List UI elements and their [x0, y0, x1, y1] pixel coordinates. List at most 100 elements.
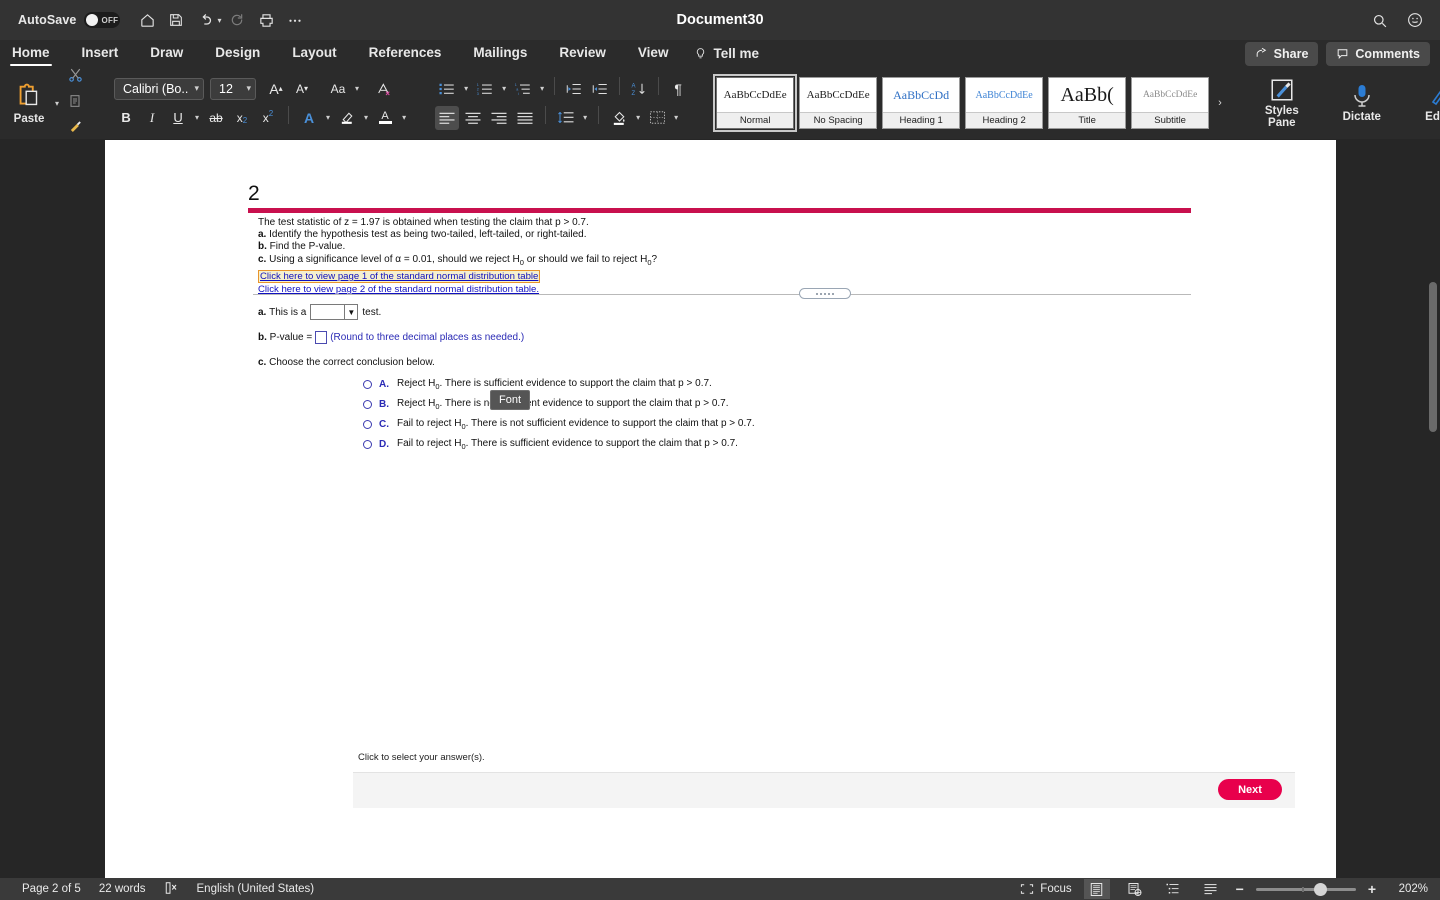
borders-dropdown-icon[interactable]: ▾ [671, 113, 681, 122]
document-page[interactable]: 2 The test statistic of z = 1.97 is obta… [105, 140, 1336, 878]
paste-button[interactable]: Paste [6, 81, 52, 125]
vertical-scrollbar[interactable] [1426, 278, 1440, 900]
account-icon[interactable] [1402, 7, 1428, 33]
word-count[interactable]: 22 words [99, 883, 146, 895]
autosave-switch[interactable]: OFF [84, 12, 121, 28]
style-subtitle[interactable]: AaBbCcDdEe Subtitle [1131, 77, 1210, 129]
show-formatting-marks-button[interactable]: ¶ [666, 77, 690, 101]
style-title[interactable]: AaBb( Title [1048, 77, 1127, 129]
focus-mode-button[interactable]: Focus [1020, 883, 1072, 895]
radio-icon[interactable] [363, 439, 372, 449]
undo-icon[interactable] [192, 7, 218, 33]
editor-button[interactable]: Editor [1412, 83, 1440, 123]
paste-dropdown-icon[interactable]: ▾ [52, 99, 62, 108]
page-indicator[interactable]: Page 2 of 5 [22, 883, 81, 895]
zoom-slider-handle[interactable] [1313, 882, 1327, 896]
style-normal[interactable]: AaBbCcDdEe Normal [713, 74, 798, 132]
proofing-errors-icon[interactable] [164, 881, 179, 898]
tail-type-dropdown[interactable]: ▼ [310, 304, 359, 320]
choice-d[interactable]: D. Fail to reject H0. There is sufficien… [363, 434, 1263, 454]
undo-dropdown-icon[interactable]: ▾ [217, 16, 221, 25]
font-size-combobox[interactable]: 12 ▾ [210, 77, 257, 100]
text-effects-dropdown-icon[interactable]: ▾ [323, 113, 333, 122]
underline-button[interactable]: U [166, 106, 190, 130]
print-layout-view-button[interactable] [1083, 879, 1110, 899]
zoom-level[interactable]: 202% [1388, 883, 1428, 895]
shading-dropdown-icon[interactable]: ▾ [633, 113, 643, 122]
bullets-dropdown-icon[interactable]: ▾ [461, 84, 471, 93]
tab-design[interactable]: Design [215, 45, 260, 63]
radio-icon[interactable] [363, 399, 372, 409]
numbering-button[interactable]: 123 [473, 77, 497, 101]
draft-view-button[interactable] [1198, 879, 1224, 899]
line-spacing-dropdown-icon[interactable]: ▾ [580, 113, 590, 122]
home-icon[interactable] [134, 7, 160, 33]
multilevel-dropdown-icon[interactable]: ▾ [537, 84, 547, 93]
increase-indent-button[interactable] [588, 77, 612, 101]
shading-button[interactable] [607, 106, 631, 130]
more-icon[interactable] [282, 7, 308, 33]
change-case-button[interactable]: Aa [326, 77, 350, 101]
bold-button[interactable]: B [114, 106, 138, 130]
outline-view-button[interactable] [1160, 879, 1186, 899]
splitter-drag-handle[interactable] [799, 288, 851, 299]
align-left-button[interactable] [435, 105, 460, 130]
grow-font-button[interactable]: A ▴ [264, 77, 288, 101]
align-right-button[interactable] [487, 106, 511, 130]
styles-pane-button[interactable]: Styles Pane [1252, 77, 1312, 129]
tab-references[interactable]: References [369, 45, 442, 63]
tab-mailings[interactable]: Mailings [473, 45, 527, 63]
shrink-font-button[interactable]: A ▾ [290, 77, 314, 101]
style-heading-1[interactable]: AaBbCcDd Heading 1 [882, 77, 961, 129]
print-icon[interactable] [253, 7, 279, 33]
line-spacing-button[interactable] [554, 106, 578, 130]
tab-insert[interactable]: Insert [82, 45, 119, 63]
italic-button[interactable]: I [140, 106, 164, 130]
comments-button[interactable]: Comments [1326, 41, 1430, 66]
copy-button[interactable] [67, 93, 83, 114]
strikethrough-button[interactable]: ab [204, 106, 228, 130]
justify-button[interactable] [513, 106, 537, 130]
highlight-dropdown-icon[interactable]: ▾ [361, 113, 371, 122]
save-icon[interactable] [163, 7, 189, 33]
tell-me-search[interactable]: Tell me [694, 46, 759, 61]
subscript-button[interactable]: x2 [230, 106, 254, 130]
font-color-button[interactable]: A [373, 106, 397, 130]
dictate-button[interactable]: Dictate [1332, 83, 1392, 123]
zoom-in-button[interactable]: + [1368, 881, 1376, 897]
format-painter-button[interactable] [67, 118, 84, 139]
text-effects-button[interactable]: A [297, 106, 321, 130]
underline-dropdown-icon[interactable]: ▾ [192, 113, 202, 122]
p-value-input[interactable] [315, 330, 328, 344]
numbering-dropdown-icon[interactable]: ▾ [499, 84, 509, 93]
style-heading-2[interactable]: AaBbCcDdEe Heading 2 [965, 77, 1044, 129]
search-icon[interactable] [1366, 7, 1392, 33]
style-no-spacing[interactable]: AaBbCcDdEe No Spacing [799, 77, 878, 129]
cut-button[interactable] [67, 67, 84, 89]
web-layout-view-button[interactable] [1122, 879, 1148, 899]
bullets-button[interactable] [435, 77, 459, 101]
redo-icon[interactable] [224, 7, 250, 33]
tab-home[interactable]: Home [10, 45, 52, 66]
change-case-dropdown-icon[interactable]: ▾ [352, 84, 362, 93]
language-indicator[interactable]: English (United States) [197, 883, 315, 895]
decrease-indent-button[interactable] [562, 77, 586, 101]
tab-layout[interactable]: Layout [292, 45, 336, 63]
tab-view[interactable]: View [638, 45, 669, 63]
autosave-toggle[interactable]: AutoSave OFF [18, 12, 121, 28]
radio-icon[interactable] [363, 379, 372, 389]
zoom-out-button[interactable]: − [1236, 881, 1244, 897]
link-standard-normal-page-1[interactable]: Click here to view page 1 of the standar… [258, 270, 541, 284]
tab-draw[interactable]: Draw [150, 45, 183, 63]
styles-gallery-more-button[interactable]: › [1214, 97, 1226, 109]
scrollbar-thumb[interactable] [1429, 282, 1437, 432]
multilevel-list-button[interactable]: 1ai [511, 77, 535, 101]
align-center-button[interactable] [461, 106, 485, 130]
radio-icon[interactable] [363, 419, 372, 429]
font-color-dropdown-icon[interactable]: ▾ [399, 113, 409, 122]
superscript-button[interactable]: x2 [256, 106, 280, 130]
tab-review[interactable]: Review [559, 45, 606, 63]
font-name-combobox[interactable]: Calibri (Bo... ▾ [114, 77, 205, 100]
clear-formatting-button[interactable] [372, 77, 396, 101]
next-button[interactable]: Next [1218, 779, 1282, 800]
